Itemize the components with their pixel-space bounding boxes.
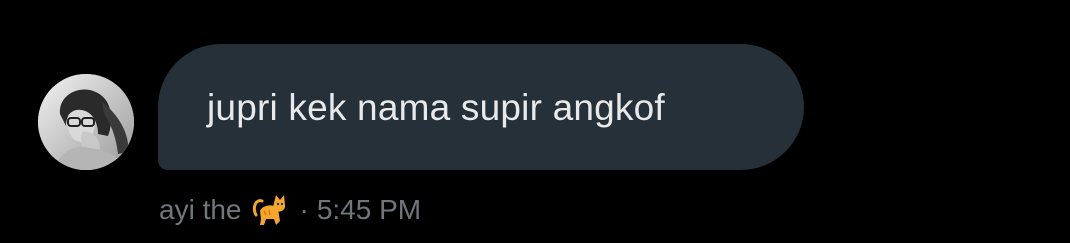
sender-name[interactable]: ayi the bbox=[159, 194, 242, 226]
message-text: jupri kek nama supir angkof bbox=[207, 86, 665, 128]
meta-separator: · bbox=[299, 194, 309, 225]
avatar-photo-icon bbox=[38, 74, 134, 170]
message-meta: ayi the · 5:45 PM bbox=[159, 192, 421, 228]
avatar[interactable] bbox=[38, 74, 134, 170]
message-timestamp: 5:45 PM bbox=[316, 194, 422, 225]
message-bubble[interactable]: jupri kek nama supir angkof bbox=[158, 44, 804, 170]
cat-emoji-icon bbox=[252, 193, 288, 227]
dm-conversation: jupri kek nama supir angkof ayi the · 5:… bbox=[0, 0, 1070, 243]
